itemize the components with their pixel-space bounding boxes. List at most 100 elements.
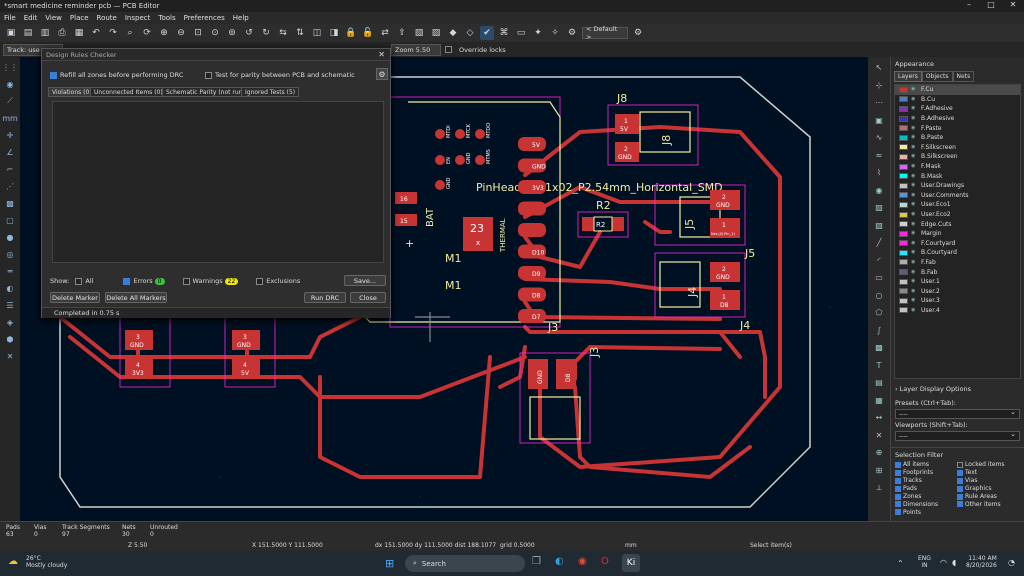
eye-icon[interactable]: ◉ xyxy=(911,221,918,227)
rule-area-icon[interactable]: ▧ xyxy=(872,218,886,232)
print-icon[interactable]: ⎙ xyxy=(55,26,69,40)
kicad-icon[interactable]: Ki xyxy=(622,554,640,572)
rect-icon[interactable]: ▭ xyxy=(872,271,886,285)
layer-row[interactable]: ◉ User.3 xyxy=(895,296,1020,306)
image-icon[interactable]: ▩ xyxy=(872,341,886,355)
units-mm-icon[interactable]: mm xyxy=(2,111,18,125)
plugin-icon[interactable]: ✦ xyxy=(531,26,545,40)
pad-bl-3b[interactable]: 3GND xyxy=(232,330,260,350)
layer-color-swatch[interactable] xyxy=(899,134,908,141)
python-icon[interactable]: ◆ xyxy=(446,26,460,40)
pin-pad[interactable]: MTDO xyxy=(475,123,492,139)
volume-icon[interactable]: ◖ xyxy=(952,558,956,567)
layer-row[interactable]: ◉ User.4 xyxy=(895,306,1020,316)
castellated-pad[interactable] xyxy=(518,223,546,237)
presets-select[interactable]: ---- xyxy=(895,408,1020,419)
zones-fill-icon[interactable]: ▩ xyxy=(3,196,17,210)
selection-filter-item[interactable]: Footprints xyxy=(895,469,951,477)
layer-row[interactable]: ◉ User.Eco2 xyxy=(895,210,1020,220)
layer-row[interactable]: ◉ F.Mask xyxy=(895,162,1020,172)
drc-close-icon[interactable]: ✕ xyxy=(378,50,385,59)
tab-unconnected[interactable]: Unconnected Items (0) xyxy=(90,87,167,97)
pad-15[interactable]: 15 xyxy=(395,214,417,226)
selection-filter-item[interactable]: Pads xyxy=(895,485,951,493)
eye-icon[interactable]: ◉ xyxy=(911,202,918,207)
net-color-icon[interactable]: ◈ xyxy=(3,315,17,329)
layer-color-swatch[interactable] xyxy=(899,153,908,160)
eye-icon[interactable]: ◉ xyxy=(911,212,918,217)
netlines-icon[interactable]: ⋰ xyxy=(3,179,17,193)
pad-16[interactable]: 16 xyxy=(395,192,417,204)
layer-row[interactable]: ◉ F.Cu xyxy=(895,85,1020,95)
filter-checkbox[interactable] xyxy=(895,493,901,500)
filter-errors[interactable]: Errors 0 xyxy=(123,277,165,285)
rotate-ccw-icon[interactable]: ↺ xyxy=(242,26,256,40)
menu-view[interactable]: View xyxy=(45,14,62,22)
pin-pad[interactable]: GND xyxy=(455,152,472,165)
layer-color-swatch[interactable] xyxy=(899,288,908,295)
menu-preferences[interactable]: Preferences xyxy=(184,14,225,22)
eye-icon[interactable]: ◉ xyxy=(911,288,918,294)
eye-icon[interactable]: ◉ xyxy=(911,125,918,131)
pin-pad[interactable]: MTDI xyxy=(435,125,452,139)
layer-row[interactable]: ◉ F.Silkscreen xyxy=(895,143,1020,153)
eye-icon[interactable]: ◉ xyxy=(911,96,918,102)
refill-option[interactable]: Refill all zones before performing DRC xyxy=(50,71,183,79)
eye-icon[interactable]: ◉ xyxy=(911,250,918,255)
violations-list[interactable] xyxy=(52,101,384,263)
pad-j3-gnd[interactable]: GND xyxy=(528,359,548,389)
shield-icon[interactable]: ⬢ xyxy=(3,332,17,346)
layer-color-swatch[interactable] xyxy=(899,307,908,314)
pad-j4-2[interactable]: 2GND xyxy=(710,262,740,282)
layer-row[interactable]: ◉ Edge.Cuts xyxy=(895,219,1020,229)
origin-icon[interactable]: ⊕ xyxy=(872,446,886,460)
layer-row[interactable]: ◉ User.Drawings xyxy=(895,181,1020,191)
eye-icon[interactable]: ◉ xyxy=(911,192,918,198)
parity-option[interactable]: Test for parity between PCB and schemati… xyxy=(205,71,355,79)
layer-display-options[interactable]: › Layer Display Options xyxy=(891,385,1024,393)
group-icon[interactable]: ◫ xyxy=(310,26,324,40)
filter-checkbox[interactable] xyxy=(895,485,901,492)
filter-warnings[interactable]: Warnings 22 xyxy=(182,277,239,285)
eye-icon[interactable]: ◉ xyxy=(911,164,918,169)
lock-icon[interactable]: 🔒 xyxy=(344,26,358,40)
tab-schematic-parity[interactable]: Schematic Parity (not run) xyxy=(162,87,249,97)
minimize-button[interactable]: – xyxy=(958,0,980,9)
eye-icon[interactable]: ◉ xyxy=(911,307,918,313)
drc-icon[interactable]: ✔ xyxy=(480,26,494,40)
selection-filter-item[interactable]: All items xyxy=(895,461,951,469)
maximize-button[interactable]: □ xyxy=(980,0,1002,9)
footprint-editor-icon[interactable]: ▧ xyxy=(412,26,426,40)
menu-tools[interactable]: Tools xyxy=(158,14,175,22)
menu-help[interactable]: Help xyxy=(233,14,249,22)
filter-checkbox[interactable] xyxy=(895,477,901,484)
layer-row[interactable]: ◉ Margin xyxy=(895,229,1020,239)
tab-objects[interactable]: Objects xyxy=(921,71,953,82)
filter-checkbox[interactable] xyxy=(957,477,963,484)
pad-j8-1[interactable]: 15V xyxy=(615,114,639,134)
plugin2-icon[interactable]: ✧ xyxy=(548,26,562,40)
pad-23[interactable]: 23 x xyxy=(463,217,493,251)
eye-icon[interactable]: ◉ xyxy=(911,240,918,246)
tray-chevron-icon[interactable]: ⌃ xyxy=(897,559,904,568)
tune-icon[interactable]: ⌇ xyxy=(872,166,886,180)
dimension-icon[interactable]: ↔ xyxy=(872,411,886,425)
preset-options-icon[interactable]: ⚙ xyxy=(631,26,645,40)
zoom-selection-icon[interactable]: ⊙ xyxy=(208,26,222,40)
layer-color-swatch[interactable] xyxy=(899,96,908,103)
eye-icon[interactable]: ◉ xyxy=(911,231,918,236)
scripting-icon[interactable]: ⌘ xyxy=(497,26,511,40)
menu-file[interactable]: File xyxy=(4,14,16,22)
selection-filter-item[interactable]: Zones xyxy=(895,493,951,501)
layer-color-swatch[interactable] xyxy=(899,115,908,122)
eye-icon[interactable]: ◉ xyxy=(911,269,918,275)
arc-icon[interactable]: ◜ xyxy=(872,253,886,267)
pad-j5-2[interactable]: 2GND xyxy=(710,190,740,210)
rotate-cw-icon[interactable]: ↻ xyxy=(259,26,273,40)
unlock-icon[interactable]: 🔓 xyxy=(361,26,375,40)
selection-filter-item[interactable]: Vias xyxy=(957,477,1005,485)
filter-all[interactable]: All xyxy=(75,277,93,285)
pin-pad[interactable]: GND xyxy=(435,177,452,190)
filter-checkbox[interactable] xyxy=(957,501,963,508)
layer-row[interactable]: ◉ B.Paste xyxy=(895,133,1020,143)
